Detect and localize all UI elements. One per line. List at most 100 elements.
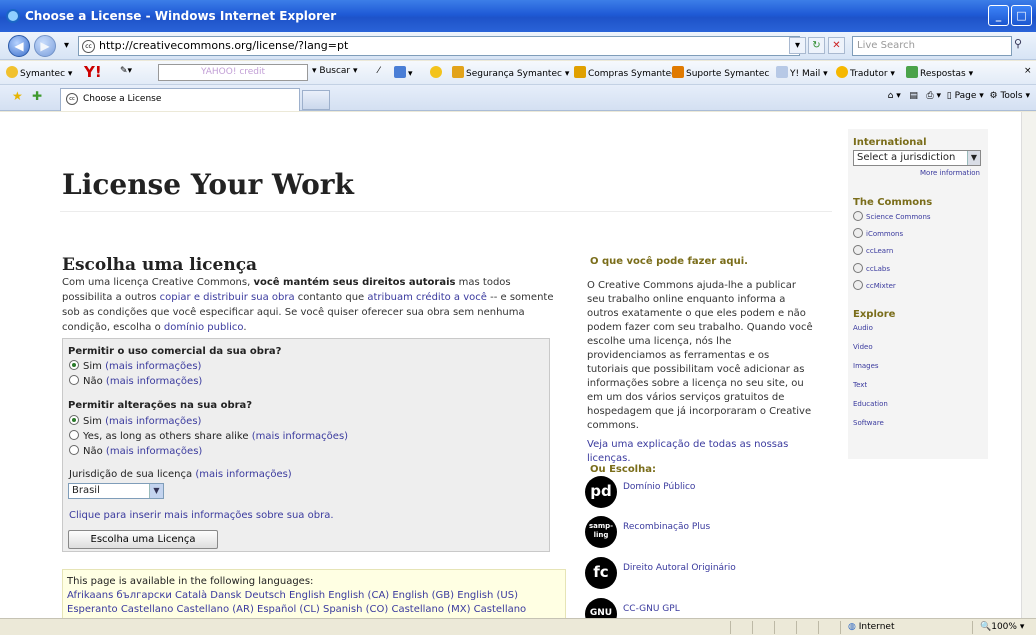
license-item-public-domain[interactable]: pd Domínio Público	[585, 476, 825, 508]
sidebar-item-ccmixter[interactable]: ccMixter	[853, 280, 896, 290]
sidebar-item-cclabs[interactable]: ccLabs	[853, 263, 890, 273]
sidebar-item-science-commons[interactable]: Science Commons	[853, 211, 931, 221]
license-form: Permitir o uso comercial da sua obra? Si…	[62, 338, 550, 552]
highlighter-icon[interactable]: ⁄	[378, 66, 380, 76]
compras-button[interactable]: Compras Symantec▾	[574, 66, 681, 79]
smiley-icon[interactable]	[430, 66, 444, 79]
license-item-sampling[interactable]: samp-ling Recombinação Plus	[585, 516, 825, 548]
languages-line-1[interactable]: Afrikaans български Català Dansk Deutsch…	[67, 589, 561, 603]
stop-icon[interactable]: ✕	[828, 37, 845, 54]
pencil-icon[interactable]: ✎▾	[120, 66, 132, 76]
refresh-icon[interactable]: ↻	[808, 37, 825, 54]
print-icon[interactable]: ⎙ ▾	[926, 91, 941, 101]
commercial-option-yes[interactable]: Sim (mais informações)	[69, 360, 201, 372]
respostas-button[interactable]: Respostas ▾	[906, 66, 973, 79]
home-icon[interactable]: ⌂ ▾	[888, 91, 901, 101]
public-domain-link[interactable]: domínio publico	[164, 322, 243, 333]
sampling-badge-icon: samp-ling	[585, 516, 617, 548]
copy-distribute-link[interactable]: copiar e distribuir sua obra	[160, 292, 295, 303]
forward-button[interactable]: ▶	[34, 35, 56, 57]
yahoo-logo-icon[interactable]: Y!	[84, 63, 102, 81]
sidebar-item-images[interactable]: Images	[853, 362, 879, 370]
section-heading: Escolha uma licença	[62, 255, 258, 275]
page-menu[interactable]: ▯ Page ▾	[947, 91, 984, 101]
cc-favicon-icon: cc	[82, 40, 95, 53]
suporte-button[interactable]: Suporte Symantec	[672, 66, 769, 79]
languages-intro: This page is available in the following …	[67, 576, 314, 587]
extra-info-link[interactable]: Clique para inserir mais informações sob…	[69, 510, 334, 521]
jurisdiction-select[interactable]: Brasil ▼	[68, 483, 164, 499]
jurisdiction-dropdown[interactable]: Select a jurisdiction ▼	[853, 150, 981, 166]
jurisdiction-label: Jurisdição de sua licença (mais informaç…	[69, 469, 292, 480]
new-tab-button[interactable]	[302, 90, 330, 110]
sidebar-item-education[interactable]: Education	[853, 400, 888, 408]
search-input[interactable]: Live Search	[852, 36, 1012, 56]
license-item-gpl[interactable]: GNU CC-GNU GPL	[585, 598, 825, 618]
minimize-button[interactable]: _	[988, 5, 1009, 26]
license-item-founders[interactable]: fc Direito Autoral Originário	[585, 557, 825, 589]
or-choose-heading: Ou Escolha:	[590, 464, 656, 475]
attribution-link[interactable]: atribuam crédito a você	[367, 292, 487, 303]
answers-icon	[906, 66, 918, 78]
sidebar-item-icommons[interactable]: iCommons	[853, 228, 903, 238]
address-input[interactable]: cc http://creativecommons.org/license/?l…	[78, 36, 800, 56]
ymail-button[interactable]: Y! Mail ▾	[776, 66, 828, 79]
mail-icon[interactable]: ▾	[394, 66, 413, 79]
window-title: Choose a License - Windows Internet Expl…	[25, 9, 337, 23]
yahoo-search-input[interactable]: YAHOO! credit	[158, 64, 308, 81]
vertical-scrollbar[interactable]	[1021, 112, 1036, 618]
cclabs-icon	[853, 263, 863, 273]
jurisdiction-more-link[interactable]: (mais informações)	[195, 469, 291, 480]
more-information-link[interactable]: More information	[920, 169, 980, 177]
modifications-option-sharealike[interactable]: Yes, as long as others share alike (mais…	[69, 430, 348, 442]
sidebar-item-text[interactable]: Text	[853, 381, 867, 389]
feeds-icon[interactable]: ▤	[909, 91, 918, 101]
commercial-option-no[interactable]: Não (mais informações)	[69, 375, 202, 387]
buscar-button[interactable]: ▾ Buscar ▾	[312, 66, 358, 76]
sidebar-item-software[interactable]: Software	[853, 419, 884, 427]
tools-menu[interactable]: ⚙ Tools ▾	[990, 91, 1031, 101]
what-you-can-do-heading: O que você pode fazer aqui.	[590, 256, 748, 267]
symantec-button[interactable]: Symantec ▾	[6, 66, 72, 79]
seguranca-button[interactable]: Segurança Symantec ▾	[452, 66, 569, 79]
back-button[interactable]: ◀	[8, 35, 30, 57]
choose-license-button[interactable]: Escolha uma Licença	[68, 530, 218, 549]
chevron-down-icon[interactable]: ▼	[149, 484, 163, 498]
ie-logo-icon	[6, 9, 20, 23]
status-bar: ◍ Internet 🔍100% ▾	[0, 618, 1036, 635]
cart-icon	[574, 66, 586, 78]
tradutor-button[interactable]: Tradutor ▾	[836, 66, 895, 79]
radio-icon[interactable]	[69, 430, 79, 440]
zoom-level[interactable]: 🔍100% ▾	[980, 622, 1024, 632]
tab-choose-license[interactable]: cc Choose a License	[60, 88, 300, 111]
internet-zone: ◍ Internet	[848, 622, 895, 632]
favorites-star-icon[interactable]: ★	[12, 89, 23, 103]
explain-licenses-link[interactable]: Veja uma explicação de todas as nossas l…	[587, 438, 813, 466]
sidebar-item-cclearn[interactable]: ccLearn	[853, 245, 893, 255]
radio-icon[interactable]	[69, 415, 79, 425]
radio-icon[interactable]	[69, 375, 79, 385]
window-controls: _ □	[988, 5, 1032, 26]
modifications-option-yes[interactable]: Sim (mais informações)	[69, 415, 201, 427]
search-icon[interactable]: ⚲	[1014, 37, 1032, 54]
history-dropdown-icon[interactable]: ▾	[58, 37, 75, 54]
help-icon	[672, 66, 684, 78]
maximize-button[interactable]: □	[1011, 5, 1032, 26]
chevron-down-icon[interactable]: ▼	[967, 151, 980, 165]
symantec-icon	[6, 66, 18, 78]
commons-heading: The Commons	[853, 197, 933, 208]
sidebar-item-video[interactable]: Video	[853, 343, 873, 351]
address-dropdown-icon[interactable]: ▾	[789, 37, 806, 54]
address-url: http://creativecommons.org/license/?lang…	[99, 39, 349, 52]
modifications-option-no[interactable]: Não (mais informações)	[69, 445, 202, 457]
sidebar-item-audio[interactable]: Audio	[853, 324, 873, 332]
radio-icon[interactable]	[69, 445, 79, 455]
page-title: License Your Work	[62, 168, 354, 201]
science-commons-icon	[853, 211, 863, 221]
toolbar-close-icon[interactable]: ×	[1024, 66, 1032, 76]
add-favorites-icon[interactable]: ✚	[32, 89, 42, 103]
languages-line-2[interactable]: Esperanto Castellano Castellano (AR) Esp…	[67, 603, 561, 617]
ccmixter-icon	[853, 280, 863, 290]
radio-icon[interactable]	[69, 360, 79, 370]
globe-icon: ◍	[848, 622, 856, 632]
